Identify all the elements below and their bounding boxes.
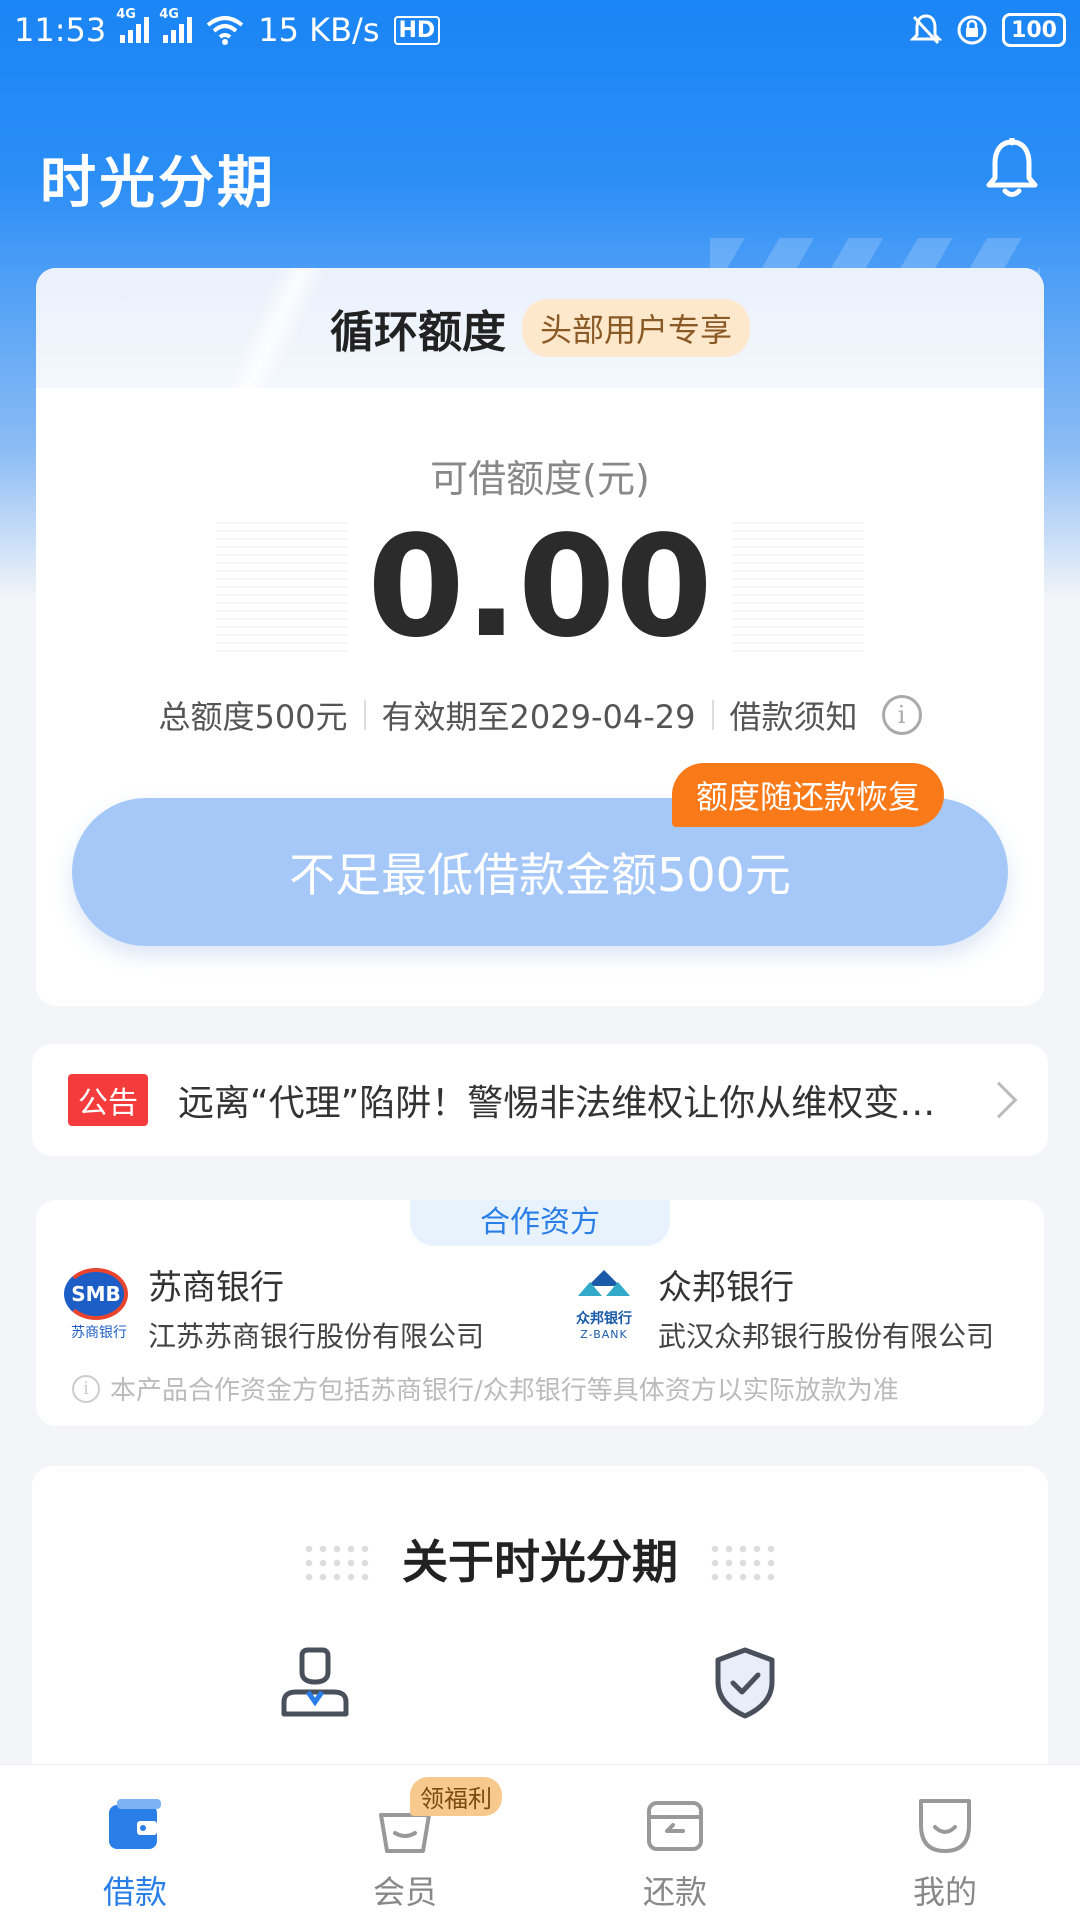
tab-mine[interactable]: 我的 [810, 1765, 1080, 1920]
restore-tag: 额度随还款恢复 [672, 763, 945, 827]
tab-label: 借款 [102, 1873, 167, 1911]
bank-name: 众邦银行 [658, 1268, 794, 1308]
card-header: 循环额度 头部用户专享 [36, 268, 1044, 388]
divider [711, 700, 714, 730]
available-amount: 0.00 [347, 518, 733, 658]
partners-card: 合作资方 SMB 苏商银行 苏商银行 江苏苏商银行股份有限公司 众邦银行 Z-B… [36, 1200, 1044, 1426]
bottom-tab-bar: 借款 领福利 会员 还款 我的 [0, 1764, 1080, 1920]
card-icon [647, 1801, 703, 1851]
notification-bell-icon[interactable] [984, 138, 1040, 200]
tab-repay[interactable]: 还款 [540, 1765, 810, 1920]
tab-label: 我的 [912, 1873, 977, 1911]
available-label: 可借额度(元) [430, 457, 650, 501]
announcement-tag: 公告 [68, 1074, 148, 1126]
tab-member[interactable]: 领福利 会员 [270, 1765, 540, 1920]
shield-check-icon [715, 1647, 775, 1719]
rotation-lock-icon [957, 15, 987, 45]
app-title: 时光分期 [40, 151, 276, 216]
dots-decoration [708, 1542, 778, 1582]
announcement-bar[interactable]: 公告 远离“代理”陷阱！警惕非法维权让你从维权变… [32, 1044, 1048, 1156]
signal-icon: 4G [116, 7, 150, 43]
face-icon [919, 1799, 971, 1853]
bank-full-name: 武汉众邦银行股份有限公司 [658, 1320, 995, 1353]
bank-name: 苏商银行 [148, 1268, 284, 1308]
info-icon[interactable]: i [881, 695, 922, 735]
chevron-right-icon [980, 1081, 1018, 1119]
announcement-text: 远离“代理”陷阱！警惕非法维权让你从维权变… [178, 1083, 936, 1124]
zbank-logo-icon: 众邦银行 Z-BANK [564, 1268, 644, 1348]
mute-bell-icon [910, 14, 943, 45]
network-speed: 15 KB/s [258, 11, 380, 49]
signal-icon: 4G [159, 7, 193, 43]
bank-full-name: 江苏苏商银行股份有限公司 [148, 1320, 485, 1353]
card-header-decoration [176, 268, 376, 388]
benefit-badge: 领福利 [410, 1777, 502, 1816]
battery-icon: 100 [1002, 13, 1066, 47]
smb-logo-icon: SMB 苏商银行 [64, 1267, 134, 1348]
validity-date: 有效期至2029-04-29 [381, 698, 696, 736]
user-icon [281, 1647, 349, 1717]
quota-meta-row: 总额度500元 有效期至2029-04-29 借款须知 i [36, 692, 1044, 738]
tab-label: 还款 [642, 1873, 707, 1911]
bank-item-smb: SMB 苏商银行 苏商银行 江苏苏商银行股份有限公司 [64, 1260, 484, 1355]
partners-tab-label: 合作资方 [410, 1200, 670, 1246]
about-section: 关于时光分期 [32, 1466, 1048, 1766]
hd-icon: HD [393, 15, 441, 45]
vip-tag: 头部用户专享 [521, 299, 750, 357]
tab-borrow[interactable]: 借款 [0, 1765, 270, 1920]
status-time: 11:53 [14, 11, 107, 49]
status-bar: 11:53 4G 4G 15 KB/s HD 100 [0, 0, 1080, 60]
wifi-icon [206, 16, 244, 45]
bank-item-zbank: 众邦银行 Z-BANK 众邦银行 武汉众邦银行股份有限公司 [564, 1260, 994, 1355]
wallet-icon [109, 1799, 161, 1849]
info-icon: i [72, 1374, 100, 1403]
about-title: 关于时光分期 [402, 1535, 678, 1589]
amount-background: 0.00 [216, 518, 864, 658]
total-quota: 总额度500元 [158, 698, 348, 736]
credit-quota-card: 循环额度 头部用户专享 可借额度(元) 0.00 总额度500元 有效期至202… [36, 268, 1044, 1006]
partners-note: i 本产品合作资金方包括苏商银行/众邦银行等具体资方以实际放款为准 [72, 1370, 899, 1407]
partners-note-text: 本产品合作资金方包括苏商银行/众邦银行等具体资方以实际放款为准 [110, 1376, 899, 1406]
tab-label: 会员 [372, 1873, 437, 1911]
loan-notice-link[interactable]: 借款须知 [730, 692, 858, 738]
divider [363, 700, 366, 730]
